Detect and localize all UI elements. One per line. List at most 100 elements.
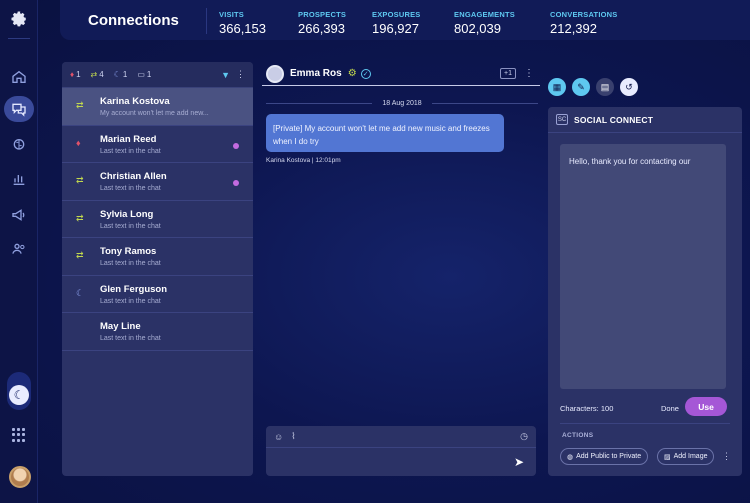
filter-icon[interactable]: ▼ [221, 70, 230, 80]
stat-conversations: CONVERSATIONS 212,392 [550, 10, 617, 36]
panel-title: SOCIAL CONNECT [574, 114, 654, 125]
emoji-icon[interactable]: ☺ [274, 432, 283, 442]
contact-name[interactable]: Emma Ros [290, 68, 342, 79]
chat-preview: Last text in the chat [100, 297, 161, 305]
panel-divider [560, 423, 730, 424]
chat-name: Tony Ramos [100, 246, 157, 257]
status-icon: ⇄ [76, 250, 84, 260]
stat-value: 212,392 [550, 21, 597, 36]
message-meta: Karina Kostova | 12:01pm [266, 157, 341, 164]
chat-preview: My account won't let me add new... [100, 110, 209, 117]
filter-away[interactable]: ☾ 1 [114, 70, 128, 79]
more-options-icon[interactable]: ⋮ [236, 69, 245, 80]
chat-preview: Last text in the chat [100, 222, 161, 230]
avatar[interactable] [9, 466, 31, 488]
panel-tools: ▦ ✎ ▤ ↺ [548, 78, 638, 96]
stat-value: 802,039 [454, 21, 501, 36]
panel-header: SC SOCIAL CONNECT [548, 107, 742, 133]
filter-count: 1 [122, 70, 128, 79]
stat-label: VISITS [219, 10, 244, 19]
edit-icon[interactable]: ✎ [572, 78, 590, 96]
status-icon: ⇄ [76, 212, 84, 223]
stat-divider [206, 8, 207, 34]
stat-engagements: ENGAGEMENTS 802,039 [454, 10, 515, 36]
settings-icon[interactable]: ⚙ [348, 68, 357, 79]
reply-textarea[interactable]: Hello, thank you for contacting our [560, 144, 726, 389]
brain-icon[interactable] [8, 134, 30, 156]
use-button[interactable]: Use [685, 397, 727, 416]
drop-icon: ♦ [70, 70, 75, 79]
date-divider: 18 Aug 2018 [266, 97, 539, 109]
more-options-icon[interactable]: ⋮ [524, 68, 534, 79]
moon-icon[interactable]: ☾ [9, 385, 29, 405]
attachment-icon[interactable]: ⌇ [291, 431, 295, 442]
bar-chart-icon[interactable] [8, 168, 30, 190]
rail-divider [8, 38, 30, 39]
chat-list-item[interactable]: ☾ Glen Ferguson Last text in the chat [62, 276, 253, 313]
chat-list-item[interactable]: ⇄ Christian Allen Last text in the chat [62, 163, 253, 201]
megaphone-icon[interactable] [8, 204, 30, 226]
chat-preview: Last text in the chat [100, 260, 161, 267]
divider-line [431, 102, 539, 104]
filter-chat[interactable]: ▭ 1 [137, 70, 151, 79]
participants-badge[interactable]: +1 [500, 68, 516, 79]
status-icon: ♦ [76, 137, 81, 148]
more-actions-icon[interactable]: ⋮ [722, 451, 731, 462]
chat-list-item[interactable]: ⇄ Karina Kostova My account won't let me a… [62, 88, 253, 126]
apps-grid-icon[interactable] [12, 428, 26, 442]
channel-filters: ♦ 1 ⇄ 4 ☾ 1 ▭ 1 ▼ ⋮ [62, 62, 253, 88]
chat-icon[interactable] [8, 98, 30, 120]
message-composer[interactable]: ☺ ⌇ ◷ ➤ [266, 426, 536, 476]
send-icon[interactable]: ➤ [514, 455, 524, 469]
filter-transfer[interactable]: ⇄ 4 [91, 70, 104, 79]
keyboard-icon[interactable]: ▤ [596, 78, 614, 96]
chat-name: Glen Ferguson [100, 283, 168, 295]
filter-count: 4 [99, 70, 104, 79]
left-rail: ☾ [0, 0, 38, 503]
globe-icon: ◍ [567, 453, 574, 461]
stat-prospects: PROSPECTS 266,393 [298, 10, 346, 36]
divider-line [266, 102, 373, 104]
chat-bubble-icon: ▭ [137, 70, 145, 79]
character-count: Characters: 100 [560, 404, 614, 413]
chat-list-item[interactable]: ⇄ Sylvia Long Last text in the chat [62, 201, 253, 238]
history-icon[interactable]: ↺ [620, 78, 638, 96]
chat-items: ⇄ Karina Kostova My account won't let me a… [62, 88, 253, 351]
filter-private[interactable]: ♦ 1 [70, 70, 81, 79]
chat-list-panel: ♦ 1 ⇄ 4 ☾ 1 ▭ 1 ▼ ⋮ ⇄ Karina Kostova My accoun… [62, 62, 253, 476]
chat-name: Sylvia Long [100, 208, 154, 220]
chat-list-item[interactable]: May Line Last text in the chat [62, 313, 253, 351]
chat-preview: Last text in the chat [100, 147, 161, 155]
header-bar: Connections VISITS 366,153 PROSPECTS 266… [60, 0, 750, 40]
unread-dot [233, 180, 239, 186]
stat-label: CONVERSATIONS [550, 10, 618, 19]
users-icon[interactable] [8, 238, 30, 260]
date-label: 18 Aug 2018 [382, 99, 422, 107]
done-button[interactable]: Done [661, 404, 679, 413]
chat-list-item[interactable]: ♦ Marian Reed Last text in the chat [62, 126, 253, 163]
stat-label: ENGAGEMENTS [454, 10, 515, 19]
add-image-button[interactable]: ▨ Add Image [657, 448, 715, 465]
filter-count: 1 [76, 70, 81, 79]
transfer-icon: ⇄ [90, 70, 98, 79]
contact-avatar[interactable] [266, 64, 284, 83]
chat-name: May Line [100, 321, 141, 332]
stat-exposures: EXPOSURES 196,927 [372, 10, 420, 36]
social-connect-panel: SC SOCIAL CONNECT Hello, thank you for c… [548, 107, 742, 476]
button-label: Add Image [673, 453, 708, 460]
grid-view-icon[interactable]: ▦ [548, 78, 566, 96]
chat-preview: Last text in the chat [100, 185, 161, 192]
chat-name: Christian Allen [100, 171, 167, 182]
chat-list-item[interactable]: ⇄ Tony Ramos Last text in the chat [62, 238, 253, 276]
page-title: Connections [88, 12, 179, 29]
home-icon[interactable] [8, 66, 30, 88]
add-public-to-private-button[interactable]: ◍ Add Public to Private [560, 448, 649, 465]
stat-value: 196,927 [372, 21, 419, 36]
filter-count: 1 [146, 70, 152, 79]
status-icon: ⇄ [76, 175, 84, 185]
moon-icon: ☾ [113, 70, 121, 79]
gear-icon[interactable] [8, 8, 30, 30]
check-icon[interactable]: ✓ [360, 68, 371, 79]
conversation-header: Emma Ros ⚙ ✓ +1 ⋮ [262, 62, 540, 86]
clock-icon[interactable]: ◷ [520, 431, 528, 442]
